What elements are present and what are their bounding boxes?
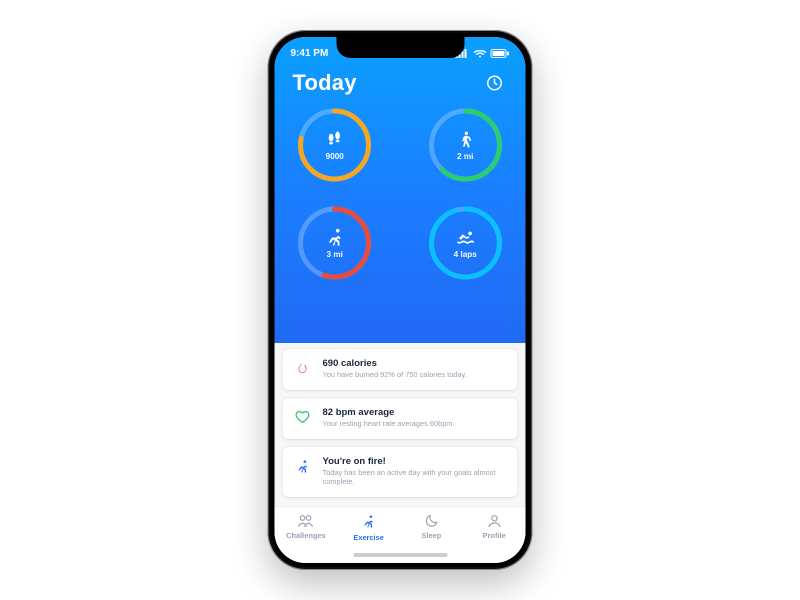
tab-challenges-label: Challenges bbox=[286, 531, 325, 540]
ring-run[interactable]: 3 mi bbox=[296, 204, 374, 282]
ring-walk-label: 2 mi bbox=[457, 152, 473, 161]
hero: 9:41 PM Today bbox=[275, 37, 526, 343]
ring-steps[interactable]: 9000 bbox=[296, 106, 374, 184]
flame-icon bbox=[295, 360, 311, 378]
tab-exercise-label: Exercise bbox=[353, 533, 383, 542]
status-time: 9:41 PM bbox=[291, 48, 329, 59]
card-heartrate[interactable]: 82 bpm average Your resting heart rate a… bbox=[283, 398, 518, 439]
card-heartrate-sub: Your resting heart rate averages 60bpm. bbox=[323, 420, 508, 429]
walk-icon bbox=[455, 129, 475, 151]
tab-exercise[interactable]: Exercise bbox=[341, 513, 397, 542]
card-calories-title: 690 calories bbox=[323, 358, 508, 369]
card-streak[interactable]: You're on fire! Today has been an active… bbox=[283, 447, 518, 497]
home-indicator bbox=[353, 553, 447, 557]
exercise-icon bbox=[361, 513, 377, 531]
history-button[interactable] bbox=[482, 70, 508, 96]
status-icons bbox=[456, 49, 510, 58]
card-streak-sub: Today has been an active day with your g… bbox=[323, 469, 508, 487]
battery-icon bbox=[491, 49, 510, 58]
tab-profile-label: Profile bbox=[483, 531, 506, 540]
card-calories-sub: You have burned 92% of 750 calories toda… bbox=[323, 371, 508, 380]
run-icon bbox=[295, 458, 311, 476]
page-title: Today bbox=[293, 70, 357, 96]
screen: 9:41 PM Today bbox=[275, 37, 526, 563]
card-heartrate-title: 82 bpm average bbox=[323, 407, 508, 418]
card-calories[interactable]: 690 calories You have burned 92% of 750 … bbox=[283, 349, 518, 390]
ring-walk[interactable]: 2 mi bbox=[426, 106, 504, 184]
heart-icon bbox=[295, 409, 311, 425]
run-icon bbox=[324, 227, 346, 249]
ring-swim-label: 4 laps bbox=[454, 250, 477, 259]
moon-icon bbox=[423, 513, 439, 529]
swim-icon bbox=[453, 227, 477, 249]
tab-sleep-label: Sleep bbox=[422, 531, 442, 540]
ring-swim[interactable]: 4 laps bbox=[426, 204, 504, 282]
ring-steps-label: 9000 bbox=[326, 152, 344, 161]
clock-icon bbox=[486, 74, 504, 92]
challenges-icon bbox=[297, 513, 315, 529]
tab-sleep[interactable]: Sleep bbox=[403, 513, 459, 540]
phone-frame: 9:41 PM Today bbox=[268, 30, 533, 570]
notch bbox=[336, 37, 464, 58]
tab-challenges[interactable]: Challenges bbox=[278, 513, 334, 540]
card-streak-title: You're on fire! bbox=[323, 456, 508, 467]
ring-run-label: 3 mi bbox=[327, 250, 343, 259]
profile-icon bbox=[486, 513, 502, 529]
wifi-icon bbox=[474, 49, 487, 58]
tab-profile[interactable]: Profile bbox=[466, 513, 522, 540]
footsteps-icon bbox=[324, 129, 346, 151]
